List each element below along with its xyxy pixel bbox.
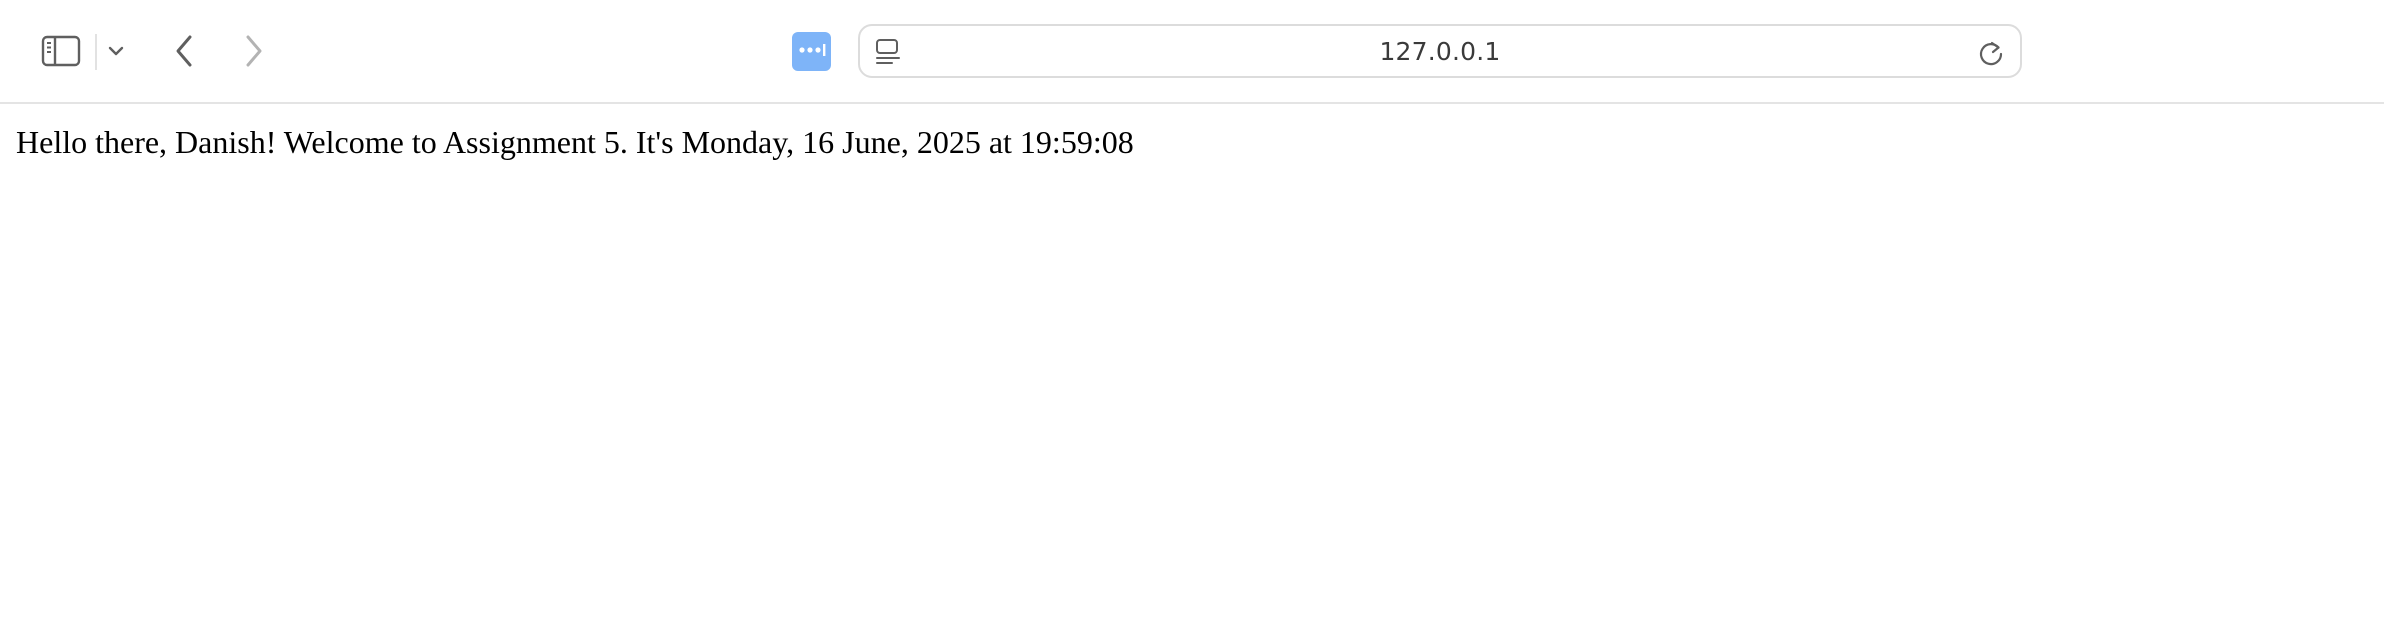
back-button[interactable] xyxy=(164,30,204,72)
chevron-down-icon xyxy=(108,45,124,57)
reload-icon[interactable] xyxy=(1976,38,2006,68)
address-bar[interactable]: 127.0.0.1 xyxy=(858,24,2022,78)
chevron-right-icon xyxy=(243,34,265,68)
tab-group-menu-button[interactable] xyxy=(102,36,130,66)
more-dots-icon xyxy=(797,43,827,61)
sidebar-icon xyxy=(41,35,81,67)
welcome-message: Hello there, Danish! Welcome to Assignme… xyxy=(16,124,1134,160)
chevron-left-icon xyxy=(173,34,195,68)
toolbar-divider xyxy=(95,34,97,70)
address-text[interactable]: 127.0.0.1 xyxy=(860,26,2020,76)
page-content: Hello there, Danish! Welcome to Assignme… xyxy=(0,104,2384,636)
browser-toolbar: 127.0.0.1 xyxy=(0,0,2384,104)
extension-button[interactable] xyxy=(792,32,831,71)
sidebar-toggle-button[interactable] xyxy=(36,30,86,72)
forward-button[interactable] xyxy=(234,30,274,72)
